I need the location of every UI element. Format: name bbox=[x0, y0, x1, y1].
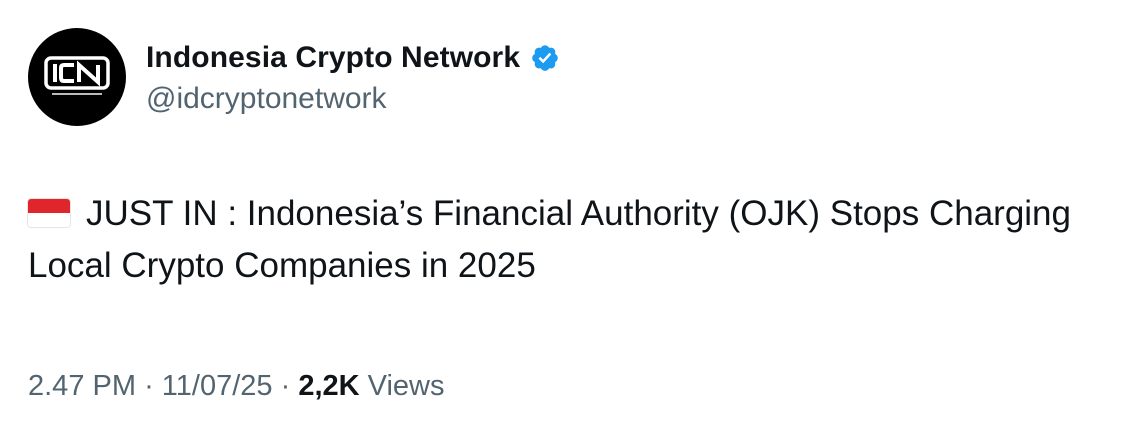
post-meta: 2.47 PM · 11/07/25 · 2,2K Views bbox=[28, 370, 445, 403]
views-count[interactable]: 2,2K bbox=[298, 370, 359, 402]
post-time[interactable]: 2.47 PM bbox=[28, 370, 136, 402]
views-label: Views bbox=[367, 370, 445, 402]
display-name[interactable]: Indonesia Crypto Network bbox=[146, 41, 520, 75]
author-block: Indonesia Crypto Network @idcryptonetwor… bbox=[146, 38, 560, 118]
avatar[interactable] bbox=[28, 28, 126, 126]
meta-separator: · bbox=[280, 370, 291, 402]
post-text-content: JUST IN : Indonesia’s Financial Authorit… bbox=[28, 194, 1071, 285]
name-row: Indonesia Crypto Network bbox=[146, 38, 560, 78]
tweet-card: Indonesia Crypto Network @idcryptonetwor… bbox=[0, 0, 1125, 433]
handle[interactable]: @idcryptonetwork bbox=[146, 82, 560, 116]
verified-badge-icon bbox=[530, 43, 560, 73]
icn-logo-icon bbox=[44, 56, 110, 95]
post-text: JUST IN : Indonesia’s Financial Authorit… bbox=[28, 188, 1088, 292]
post-date[interactable]: 11/07/25 bbox=[162, 370, 273, 402]
meta-separator: · bbox=[144, 370, 154, 402]
indonesia-flag-icon bbox=[28, 199, 70, 227]
